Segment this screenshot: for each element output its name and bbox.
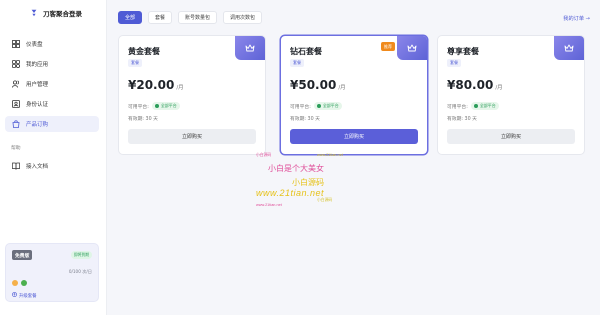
check-icon — [154, 104, 159, 108]
sidebar-nav: 仪表盘 我的应用 用户管理 身份认证 产品订购 — [5, 36, 99, 136]
card-title: 黄金套餐 — [128, 47, 160, 56]
check-icon — [316, 104, 321, 108]
sidebar-item-label: 仪表盘 — [26, 42, 43, 48]
card-price: ¥80.00/月 — [447, 78, 503, 92]
watermark-text: www.21tian.net — [256, 203, 282, 207]
sidebar-item-label: 产品订购 — [26, 122, 49, 128]
platform-label: 可用平台: — [447, 104, 468, 110]
buy-button[interactable]: 立即购买 — [447, 129, 575, 144]
platform-label: 可用平台: — [290, 104, 311, 110]
plan-icons — [12, 280, 27, 286]
watermark-text: 小白源码 — [317, 198, 333, 202]
check-icon — [473, 104, 478, 108]
platform-row: 可用平台: 全部平台 — [128, 102, 180, 110]
card-tag: 套餐 — [447, 59, 461, 67]
watermark-text: 小白是个大美女 — [268, 164, 324, 173]
price-value: ¥50.00 — [290, 78, 337, 92]
watermark-text: www.21tian.net — [256, 188, 325, 198]
card-title: 尊享套餐 — [447, 47, 479, 56]
sidebar-item-label: 用户管理 — [26, 82, 49, 88]
grid-icon — [11, 40, 20, 49]
my-orders-link[interactable]: 我的订单 → — [563, 15, 590, 22]
plan-card-diamond: 钻石套餐 套餐 推荐 ¥50.00/月 可用平台: 全部平台 有效期: 30 天… — [280, 35, 428, 155]
plan-card: 免费版 即将到期 0/100 次/日 升级套餐 — [5, 243, 99, 302]
filter-tabs: 全部 套餐 账号数量包 调用次数包 — [118, 11, 263, 24]
sidebar-item-docs[interactable]: 接入文档 — [5, 158, 99, 174]
sidebar: 刀客聚合登录 仪表盘 我的应用 用户管理 身份认证 产品订购 帮助 接入文档 免… — [0, 0, 107, 315]
crown-icon — [235, 36, 265, 60]
tab-account-packs[interactable]: 账号数量包 — [178, 11, 218, 24]
users-icon — [11, 80, 20, 89]
apps-icon — [11, 60, 20, 69]
card-price: ¥20.00/月 — [128, 78, 184, 92]
platform-label: 可用平台: — [128, 104, 149, 110]
platform-row: 可用平台: 全部平台 — [290, 102, 342, 110]
buy-button[interactable]: 立即购买 — [128, 129, 256, 144]
section-label-help: 帮助 — [11, 146, 21, 151]
platform-pill: 全部平台 — [151, 102, 180, 110]
sidebar-item-users[interactable]: 用户管理 — [5, 76, 99, 92]
plan-status-pill: 即将到期 — [70, 251, 92, 259]
card-price: ¥50.00/月 — [290, 78, 346, 92]
price-unit: /月 — [338, 85, 346, 91]
watermark-text: 小白源码 — [292, 178, 324, 187]
tab-call-packs[interactable]: 调用次数包 — [223, 11, 263, 24]
bag-icon — [11, 120, 20, 129]
crown-icon — [397, 36, 427, 60]
avatar-icon — [12, 280, 18, 286]
help-nav: 接入文档 — [5, 158, 99, 178]
validity: 有效期: 30 天 — [447, 117, 477, 122]
platform-value: 全部平台 — [322, 103, 339, 108]
tab-plans[interactable]: 套餐 — [148, 11, 173, 24]
wechat-icon — [21, 280, 27, 286]
crown-icon — [554, 36, 584, 60]
plan-card-premium: 尊享套餐 套餐 ¥80.00/月 可用平台: 全部平台 有效期: 30 天 立即… — [437, 35, 585, 155]
card-title: 钻石套餐 — [290, 47, 322, 56]
card-tag: 套餐 — [128, 59, 142, 67]
plan-card-gold: 黄金套餐 套餐 ¥20.00/月 可用平台: 全部平台 有效期: 30 天 立即… — [118, 35, 266, 155]
sidebar-item-identity[interactable]: 身份认证 — [5, 96, 99, 112]
price-unit: /月 — [495, 85, 503, 91]
logo-icon — [30, 9, 38, 17]
plan-usage: 0/100 次/日 — [68, 269, 92, 274]
buy-button[interactable]: 立即购买 — [290, 129, 418, 144]
watermark-text: 小白源码 — [256, 153, 272, 157]
sidebar-item-apps[interactable]: 我的应用 — [5, 56, 99, 72]
sidebar-item-products[interactable]: 产品订购 — [5, 116, 99, 132]
platform-row: 可用平台: 全部平台 — [447, 102, 499, 110]
platform-value: 全部平台 — [160, 103, 177, 108]
sidebar-item-label: 接入文档 — [26, 164, 49, 170]
brand[interactable]: 刀客聚合登录 — [0, 0, 106, 26]
watermark-text: www.21tian.net — [317, 153, 343, 157]
sidebar-item-label: 身份认证 — [26, 102, 49, 108]
price-value: ¥80.00 — [447, 78, 494, 92]
recommend-badge: 推荐 — [381, 42, 395, 51]
platform-pill: 全部平台 — [470, 102, 499, 110]
plan-badge: 免费版 — [12, 250, 33, 260]
sidebar-item-label: 我的应用 — [26, 62, 49, 68]
price-unit: /月 — [176, 85, 184, 91]
tab-all[interactable]: 全部 — [118, 11, 143, 24]
platform-pill: 全部平台 — [313, 102, 342, 110]
book-icon — [11, 162, 20, 171]
validity: 有效期: 30 天 — [290, 117, 320, 122]
card-tag: 套餐 — [290, 59, 304, 67]
validity: 有效期: 30 天 — [128, 117, 158, 122]
price-value: ¥20.00 — [128, 78, 175, 92]
upgrade-link[interactable]: 升级套餐 — [12, 292, 37, 299]
upgrade-icon — [12, 292, 17, 299]
upgrade-label: 升级套餐 — [19, 293, 37, 299]
app-name: 刀客聚合登录 — [43, 10, 82, 18]
id-card-icon — [11, 100, 20, 109]
platform-value: 全部平台 — [479, 103, 496, 108]
sidebar-item-dashboard[interactable]: 仪表盘 — [5, 36, 99, 52]
